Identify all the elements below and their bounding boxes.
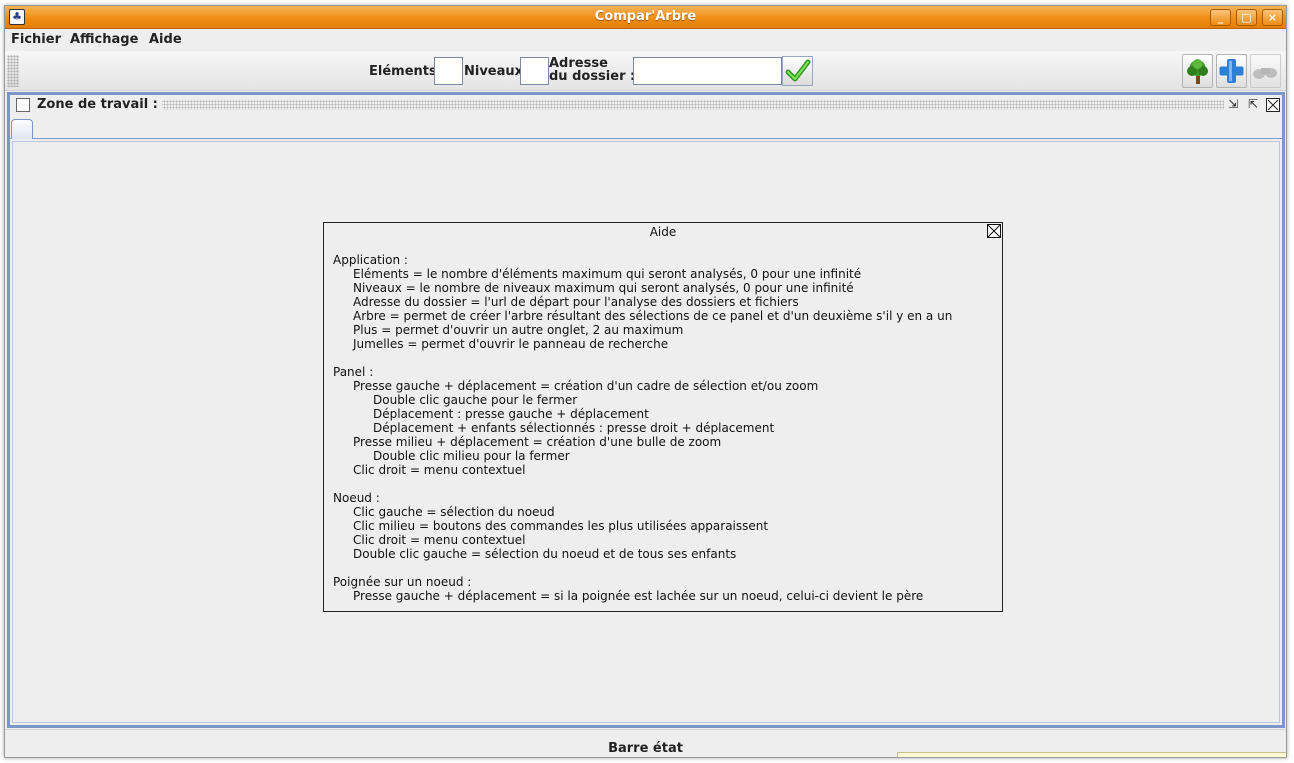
work-zone-title: Zone de travail : xyxy=(37,97,162,112)
help-line: Eléments = le nombre d'éléments maximum … xyxy=(353,267,862,281)
help-line: Presse gauche + déplacement = si la poig… xyxy=(353,589,924,603)
minimize-button[interactable]: _ xyxy=(1210,9,1231,26)
title-bar-texture xyxy=(160,100,1224,110)
niveaux-input[interactable] xyxy=(520,57,549,85)
help-line: Arbre = permet de créer l'arbre résultan… xyxy=(353,309,953,323)
help-line: Clic droit = menu contextuel xyxy=(353,463,526,477)
help-line: Clic droit = menu contextuel xyxy=(353,533,526,547)
help-section: Application : Eléments = le nombre d'élém… xyxy=(333,253,998,351)
help-section: Noeud : Clic gauche = sélection du noeud C… xyxy=(333,491,998,561)
elements-input[interactable] xyxy=(434,57,463,85)
adresse-label-line2: du dossier : xyxy=(549,69,636,84)
menu-affichage[interactable]: Affichage xyxy=(70,32,138,47)
tree-button[interactable] xyxy=(1182,54,1213,88)
toolbar: Eléments Niveaux Adresse du dossier : xyxy=(5,51,1286,91)
help-line: Déplacement + enfants sélectionnés : pre… xyxy=(373,421,775,435)
status-bar: Barre état xyxy=(5,729,1286,757)
validate-button[interactable] xyxy=(782,56,813,86)
binoculars-icon xyxy=(1253,68,1277,79)
check-icon xyxy=(785,59,811,82)
help-line: Plus = permet d'ouvrir un autre onglet, … xyxy=(353,323,684,337)
help-line: Déplacement : presse gauche + déplacemen… xyxy=(373,407,649,421)
help-section-heading: Panel : xyxy=(333,365,374,379)
plus-icon xyxy=(1219,59,1244,83)
help-dialog-title: Aide xyxy=(649,225,677,239)
minimize-frame-icon[interactable]: ⇲ xyxy=(1226,98,1240,112)
help-close-button[interactable] xyxy=(987,224,1001,238)
help-section-heading: Noeud : xyxy=(333,491,380,505)
title-bar[interactable]: ♣ Compar'Arbre _ □ × xyxy=(5,6,1286,29)
close-icon xyxy=(1267,99,1279,111)
adresse-label: Adresse du dossier : xyxy=(549,57,635,83)
tree-icon xyxy=(1187,59,1208,84)
close-icon xyxy=(988,225,1000,237)
help-line: Jumelles = permet d'ouvrir le panneau de… xyxy=(353,337,669,351)
window-title: Compar'Arbre xyxy=(594,9,697,24)
help-dialog: Aide Application : Eléments = le nombre d… xyxy=(323,222,1003,612)
help-section: Panel : Presse gauche + déplacement = cré… xyxy=(333,365,998,477)
search-button[interactable] xyxy=(1250,54,1281,88)
tab-1[interactable] xyxy=(11,119,33,139)
help-line: Double clic gauche = sélection du noeud … xyxy=(353,547,737,561)
help-line: Niveaux = le nombre de niveaux maximum q… xyxy=(353,281,854,295)
help-line: Adresse du dossier = l'url de départ pou… xyxy=(353,295,799,309)
adresse-input[interactable] xyxy=(633,57,782,85)
close-button[interactable]: × xyxy=(1262,9,1283,26)
tooltip-fragment xyxy=(897,752,1286,757)
maximize-button[interactable]: □ xyxy=(1236,9,1257,26)
help-line: Clic milieu = boutons des commandes les … xyxy=(353,519,769,533)
help-line: Presse gauche + déplacement = création d… xyxy=(353,379,819,393)
help-dialog-body: Application : Eléments = le nombre d'élém… xyxy=(333,253,998,617)
toolbar-grip[interactable] xyxy=(7,55,19,87)
help-section-heading: Poignée sur un noeud : xyxy=(333,575,472,589)
menu-bar: Fichier Affichage Aide xyxy=(5,29,1286,51)
elements-label: Eléments xyxy=(369,64,437,79)
help-section: Poignée sur un noeud : Presse gauche + dé… xyxy=(333,575,998,603)
help-line: Presse milieu + déplacement = création d… xyxy=(353,435,722,449)
help-line: Clic gauche = sélection du noeud xyxy=(353,505,555,519)
close-frame-icon[interactable] xyxy=(1266,98,1280,112)
menu-aide[interactable]: Aide xyxy=(149,32,182,47)
help-line: Double clic gauche pour le fermer xyxy=(373,393,578,407)
menu-fichier[interactable]: Fichier xyxy=(11,32,61,47)
add-tab-button[interactable] xyxy=(1216,54,1247,88)
maximize-frame-icon[interactable]: ⇱ xyxy=(1246,98,1260,112)
work-zone-title-bar[interactable]: Zone de travail : ⇲ ⇱ xyxy=(10,95,1282,115)
tab-strip xyxy=(10,115,1282,139)
niveaux-label: Niveaux xyxy=(464,64,524,79)
window-icon xyxy=(16,98,30,112)
help-line: Double clic milieu pour la fermer xyxy=(373,449,570,463)
help-section-heading: Application : xyxy=(333,253,408,267)
